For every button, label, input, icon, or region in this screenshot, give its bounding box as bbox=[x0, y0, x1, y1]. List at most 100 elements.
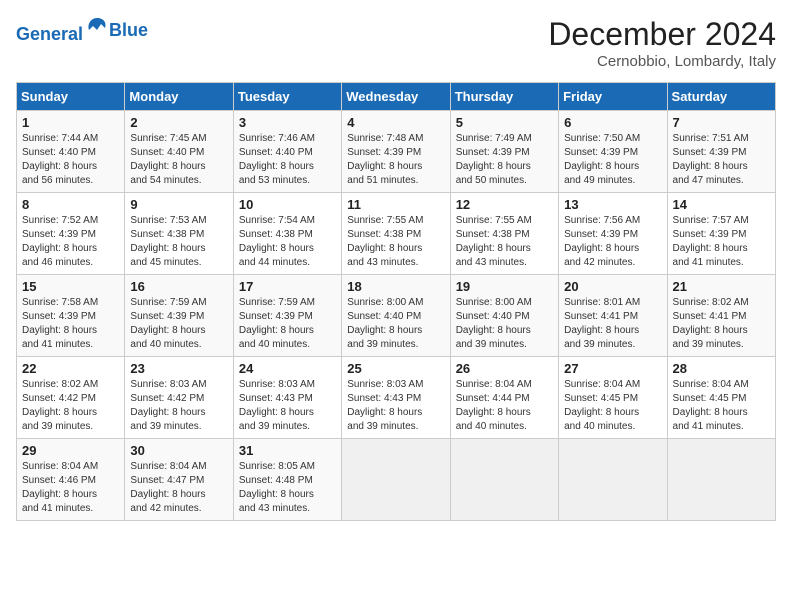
calendar-cell: 9Sunrise: 7:53 AM Sunset: 4:38 PM Daylig… bbox=[125, 193, 233, 275]
day-number: 13 bbox=[564, 197, 661, 212]
day-info: Sunrise: 7:57 AM Sunset: 4:39 PM Dayligh… bbox=[673, 214, 770, 270]
day-number: 8 bbox=[22, 197, 119, 212]
day-info: Sunrise: 7:59 AM Sunset: 4:39 PM Dayligh… bbox=[239, 296, 336, 352]
calendar-cell: 17Sunrise: 7:59 AM Sunset: 4:39 PM Dayli… bbox=[233, 275, 341, 357]
day-number: 5 bbox=[456, 115, 553, 130]
day-number: 28 bbox=[673, 361, 770, 376]
day-info: Sunrise: 8:04 AM Sunset: 4:45 PM Dayligh… bbox=[673, 378, 770, 434]
logo-text: General bbox=[16, 16, 109, 45]
calendar-week-4: 22Sunrise: 8:02 AM Sunset: 4:42 PM Dayli… bbox=[17, 357, 776, 439]
day-number: 18 bbox=[347, 279, 444, 294]
day-number: 26 bbox=[456, 361, 553, 376]
calendar-cell: 10 Sunrise: 7:54 AM Sunset: 4:38 PM Dayli… bbox=[233, 193, 341, 275]
location-title: Cernobbio, Lombardy, Italy bbox=[548, 53, 776, 70]
day-number: 11 bbox=[347, 197, 444, 212]
calendar-cell: 3Sunrise: 7:46 AM Sunset: 4:40 PM Daylig… bbox=[233, 111, 341, 193]
day-info: Sunrise: 7:46 AM Sunset: 4:40 PM Dayligh… bbox=[239, 132, 336, 188]
title-area: December 2024 Cernobbio, Lombardy, Italy bbox=[548, 16, 776, 70]
month-title: December 2024 bbox=[548, 16, 776, 53]
calendar-cell: 23 Sunrise: 8:03 AM Sunset: 4:42 PM Dayli… bbox=[125, 357, 233, 439]
calendar-cell: 1Sunrise: 7:44 AM Sunset: 4:40 PM Daylig… bbox=[17, 111, 125, 193]
day-info: Sunrise: 8:00 AM Sunset: 4:40 PM Dayligh… bbox=[456, 296, 553, 352]
dow-header-saturday: Saturday bbox=[667, 83, 775, 111]
calendar-cell bbox=[559, 439, 667, 521]
calendar-week-3: 15Sunrise: 7:58 AM Sunset: 4:39 PM Dayli… bbox=[17, 275, 776, 357]
day-info: Sunrise: 7:48 AM Sunset: 4:39 PM Dayligh… bbox=[347, 132, 444, 188]
day-info: Sunrise: 8:04 AM Sunset: 4:44 PM Dayligh… bbox=[456, 378, 553, 434]
calendar-cell: 2Sunrise: 7:45 AM Sunset: 4:40 PM Daylig… bbox=[125, 111, 233, 193]
day-info: Sunrise: 7:56 AM Sunset: 4:39 PM Dayligh… bbox=[564, 214, 661, 270]
logo: General Blue bbox=[16, 16, 148, 45]
day-info: Sunrise: 7:53 AM Sunset: 4:38 PM Dayligh… bbox=[130, 214, 227, 270]
calendar-week-2: 8 Sunrise: 7:52 AM Sunset: 4:39 PM Daylig… bbox=[17, 193, 776, 275]
dow-header-wednesday: Wednesday bbox=[342, 83, 450, 111]
day-number: 2 bbox=[130, 115, 227, 130]
day-info: Sunrise: 7:55 AM Sunset: 4:38 PM Dayligh… bbox=[456, 214, 553, 270]
day-number: 27 bbox=[564, 361, 661, 376]
day-number: 19 bbox=[456, 279, 553, 294]
calendar-cell: 8 Sunrise: 7:52 AM Sunset: 4:39 PM Daylig… bbox=[17, 193, 125, 275]
day-number: 30 bbox=[130, 443, 227, 458]
day-number: 31 bbox=[239, 443, 336, 458]
day-info: Sunrise: 7:51 AM Sunset: 4:39 PM Dayligh… bbox=[673, 132, 770, 188]
day-number: 25 bbox=[347, 361, 444, 376]
calendar-cell: 21 Sunrise: 8:02 AM Sunset: 4:41 PM Dayli… bbox=[667, 275, 775, 357]
day-info: Sunrise: 7:59 AM Sunset: 4:39 PM Dayligh… bbox=[130, 296, 227, 352]
day-number: 14 bbox=[673, 197, 770, 212]
day-number: 4 bbox=[347, 115, 444, 130]
day-info: Sunrise: 7:55 AM Sunset: 4:38 PM Dayligh… bbox=[347, 214, 444, 270]
day-number: 6 bbox=[564, 115, 661, 130]
day-number: 22 bbox=[22, 361, 119, 376]
calendar-cell: 28 Sunrise: 8:04 AM Sunset: 4:45 PM Dayli… bbox=[667, 357, 775, 439]
calendar-cell: 31Sunrise: 8:05 AM Sunset: 4:48 PM Dayli… bbox=[233, 439, 341, 521]
day-info: Sunrise: 8:04 AM Sunset: 4:45 PM Dayligh… bbox=[564, 378, 661, 434]
day-info: Sunrise: 8:01 AM Sunset: 4:41 PM Dayligh… bbox=[564, 296, 661, 352]
day-number: 23 bbox=[130, 361, 227, 376]
header: General Blue December 2024 Cernobbio, Lo… bbox=[16, 16, 776, 70]
calendar-cell: 20Sunrise: 8:01 AM Sunset: 4:41 PM Dayli… bbox=[559, 275, 667, 357]
calendar-cell: 11 Sunrise: 7:55 AM Sunset: 4:38 PM Dayli… bbox=[342, 193, 450, 275]
day-info: Sunrise: 7:50 AM Sunset: 4:39 PM Dayligh… bbox=[564, 132, 661, 188]
day-info: Sunrise: 8:02 AM Sunset: 4:41 PM Dayligh… bbox=[673, 296, 770, 352]
calendar-cell: 6 Sunrise: 7:50 AM Sunset: 4:39 PM Daylig… bbox=[559, 111, 667, 193]
day-number: 16 bbox=[130, 279, 227, 294]
calendar-cell: 29 Sunrise: 8:04 AM Sunset: 4:46 PM Dayli… bbox=[17, 439, 125, 521]
calendar-cell: 4 Sunrise: 7:48 AM Sunset: 4:39 PM Daylig… bbox=[342, 111, 450, 193]
day-number: 21 bbox=[673, 279, 770, 294]
day-number: 15 bbox=[22, 279, 119, 294]
calendar-cell: 26 Sunrise: 8:04 AM Sunset: 4:44 PM Dayli… bbox=[450, 357, 558, 439]
dow-header-tuesday: Tuesday bbox=[233, 83, 341, 111]
day-info: Sunrise: 8:03 AM Sunset: 4:43 PM Dayligh… bbox=[347, 378, 444, 434]
day-number: 24 bbox=[239, 361, 336, 376]
day-number: 7 bbox=[673, 115, 770, 130]
calendar-cell: 5 Sunrise: 7:49 AM Sunset: 4:39 PM Daylig… bbox=[450, 111, 558, 193]
calendar-cell: 12 Sunrise: 7:55 AM Sunset: 4:38 PM Dayli… bbox=[450, 193, 558, 275]
day-number: 29 bbox=[22, 443, 119, 458]
calendar-cell bbox=[667, 439, 775, 521]
calendar-table: SundayMondayTuesdayWednesdayThursdayFrid… bbox=[16, 82, 776, 521]
day-number: 10 bbox=[239, 197, 336, 212]
day-info: Sunrise: 7:54 AM Sunset: 4:38 PM Dayligh… bbox=[239, 214, 336, 270]
calendar-cell: 27 Sunrise: 8:04 AM Sunset: 4:45 PM Dayli… bbox=[559, 357, 667, 439]
calendar-cell: 16 Sunrise: 7:59 AM Sunset: 4:39 PM Dayli… bbox=[125, 275, 233, 357]
calendar-cell bbox=[342, 439, 450, 521]
calendar-cell: 14 Sunrise: 7:57 AM Sunset: 4:39 PM Dayli… bbox=[667, 193, 775, 275]
calendar-cell: 24Sunrise: 8:03 AM Sunset: 4:43 PM Dayli… bbox=[233, 357, 341, 439]
calendar-cell: 19 Sunrise: 8:00 AM Sunset: 4:40 PM Dayli… bbox=[450, 275, 558, 357]
day-info: Sunrise: 8:03 AM Sunset: 4:42 PM Dayligh… bbox=[130, 378, 227, 434]
logo-blue: Blue bbox=[109, 21, 148, 41]
days-of-week-row: SundayMondayTuesdayWednesdayThursdayFrid… bbox=[17, 83, 776, 111]
day-info: Sunrise: 7:52 AM Sunset: 4:39 PM Dayligh… bbox=[22, 214, 119, 270]
day-info: Sunrise: 8:00 AM Sunset: 4:40 PM Dayligh… bbox=[347, 296, 444, 352]
day-number: 12 bbox=[456, 197, 553, 212]
day-number: 1 bbox=[22, 115, 119, 130]
day-info: Sunrise: 7:49 AM Sunset: 4:39 PM Dayligh… bbox=[456, 132, 553, 188]
calendar-week-1: 1Sunrise: 7:44 AM Sunset: 4:40 PM Daylig… bbox=[17, 111, 776, 193]
dow-header-friday: Friday bbox=[559, 83, 667, 111]
calendar-cell: 18 Sunrise: 8:00 AM Sunset: 4:40 PM Dayli… bbox=[342, 275, 450, 357]
dow-header-thursday: Thursday bbox=[450, 83, 558, 111]
dow-header-sunday: Sunday bbox=[17, 83, 125, 111]
day-info: Sunrise: 8:04 AM Sunset: 4:47 PM Dayligh… bbox=[130, 460, 227, 516]
day-info: Sunrise: 8:04 AM Sunset: 4:46 PM Dayligh… bbox=[22, 460, 119, 516]
calendar-cell: 7 Sunrise: 7:51 AM Sunset: 4:39 PM Daylig… bbox=[667, 111, 775, 193]
